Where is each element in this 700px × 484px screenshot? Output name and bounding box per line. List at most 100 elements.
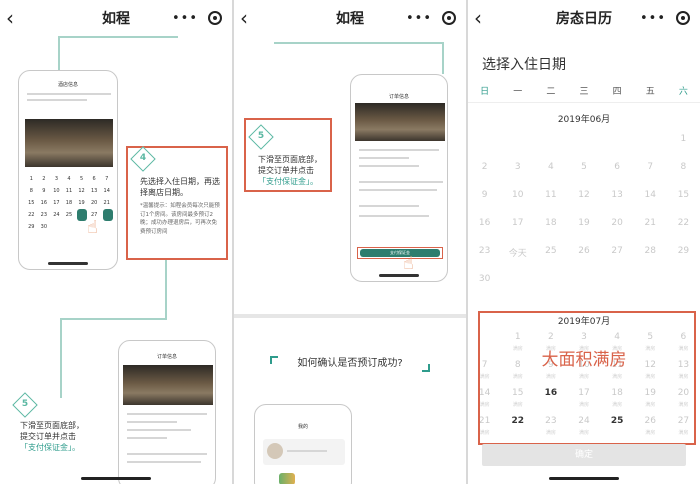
back-chevron-icon[interactable]: ‹ bbox=[6, 6, 26, 30]
mini-text-line bbox=[359, 157, 409, 159]
day-number: 11 bbox=[545, 190, 557, 200]
home-indicator bbox=[81, 477, 151, 480]
day-number: 4 bbox=[547, 162, 554, 172]
more-icon[interactable]: ••• bbox=[172, 11, 198, 26]
calendar-day: 12 bbox=[567, 186, 600, 214]
divider bbox=[468, 102, 700, 103]
mini-text-line bbox=[127, 413, 207, 415]
mini-text-line bbox=[359, 181, 443, 183]
guide-line bbox=[60, 318, 166, 320]
tip-line: 下滑至页面底部， bbox=[258, 155, 322, 164]
selected-checkin-date bbox=[77, 209, 87, 221]
question-text: 如何确认是否预订成功? bbox=[297, 358, 403, 369]
weekday-label: 二 bbox=[546, 87, 556, 97]
home-indicator bbox=[379, 274, 419, 277]
mini-phone-title: 酒店信息 bbox=[57, 82, 78, 88]
mini-text-line bbox=[127, 453, 207, 455]
close-miniprogram-icon[interactable] bbox=[208, 11, 222, 25]
mini-text-line bbox=[359, 149, 439, 151]
back-chevron-icon[interactable]: ‹ bbox=[474, 6, 494, 30]
day-number: 5 bbox=[581, 162, 587, 172]
pay-deposit-button[interactable]: 支付保证金 bbox=[360, 249, 440, 257]
calendar-day: 30 bbox=[468, 270, 501, 298]
calendar-day: 5 bbox=[567, 158, 600, 186]
mini-text-line bbox=[127, 437, 167, 439]
calendar-day: 1 bbox=[667, 130, 700, 158]
mini-phone-order: 订单信息 支付保证金 ☝ bbox=[350, 74, 448, 282]
mini-text-line bbox=[127, 429, 191, 431]
tip-text: 下滑至页面底部， 提交订单并点击 「支付保证金」。 bbox=[20, 420, 84, 453]
navbar: ‹ 如程 ••• bbox=[0, 0, 232, 36]
mini-text-line bbox=[127, 421, 177, 423]
mini-order-title: 订单信息 bbox=[156, 354, 177, 360]
calendar-day: 22 bbox=[667, 214, 700, 242]
calendar-day: 9 bbox=[468, 186, 501, 214]
calendar-day: 17 bbox=[501, 214, 534, 242]
guide-panel-1: ‹ 如程 ••• 酒店信息 1234567 8 9 10 11 12 13 14 15 16 1… bbox=[0, 0, 232, 484]
tip-line: 下滑至页面底部， bbox=[20, 421, 84, 430]
guide-line bbox=[165, 260, 167, 320]
avatar bbox=[267, 443, 283, 459]
calendar-day: 10 bbox=[501, 186, 534, 214]
day-number: 19 bbox=[578, 218, 590, 228]
calendar-day: 20 bbox=[601, 214, 634, 242]
day-number: 3 bbox=[514, 162, 521, 172]
hotel-photo bbox=[25, 119, 113, 167]
calendar-empty-cell bbox=[634, 270, 667, 298]
calendar-day: 14 bbox=[634, 186, 667, 214]
day-number: 16 bbox=[478, 218, 491, 228]
calendar-day: 28 bbox=[634, 242, 667, 270]
mini-text-line bbox=[359, 205, 419, 207]
day-number: 25 bbox=[545, 246, 557, 256]
mini-text-line bbox=[27, 93, 111, 95]
calendar-empty-cell bbox=[534, 130, 567, 158]
calendar-day: 18 bbox=[534, 214, 567, 242]
close-miniprogram-icon[interactable] bbox=[676, 11, 690, 25]
day-number: 29 bbox=[677, 246, 690, 256]
calendar-empty-cell bbox=[534, 270, 567, 298]
more-icon[interactable]: ••• bbox=[640, 11, 666, 26]
day-number: 17 bbox=[511, 218, 524, 228]
navbar: ‹ 房态日历 ••• bbox=[468, 0, 700, 36]
pointer-hand-icon: ☝ bbox=[403, 253, 414, 274]
calendar-day: 4 bbox=[534, 158, 567, 186]
back-chevron-icon[interactable]: ‹ bbox=[240, 6, 260, 30]
guide-line bbox=[58, 36, 60, 70]
calendar-empty-cell bbox=[634, 130, 667, 158]
day-number: 8 bbox=[680, 162, 687, 172]
calendar-day: 27 bbox=[601, 242, 634, 270]
question-heading: 如何确认是否预订成功? bbox=[270, 356, 430, 372]
calendar-empty-cell bbox=[567, 270, 600, 298]
confirm-button[interactable]: 确定 bbox=[482, 444, 686, 466]
guide-line bbox=[60, 318, 62, 398]
day-number: 27 bbox=[611, 246, 623, 256]
mini-text-line bbox=[359, 165, 419, 167]
weekday-label: 三 bbox=[579, 87, 589, 97]
mini-text-line bbox=[359, 215, 429, 217]
day-number: 6 bbox=[614, 162, 620, 172]
calendar-day: 26 bbox=[567, 242, 600, 270]
tip-line: 提交订单并点击 bbox=[258, 166, 314, 175]
weekday-label: 四 bbox=[612, 87, 622, 97]
day-number: 9 bbox=[481, 190, 488, 200]
mini-text-line bbox=[287, 450, 327, 452]
calendar-day: 21 bbox=[634, 214, 667, 242]
highlight-box bbox=[478, 311, 696, 445]
full-booked-label: 大面积满房 bbox=[541, 350, 627, 370]
month-heading: 2019年06月 bbox=[557, 115, 611, 125]
mini-calendar-grid: 1234567 8 9 10 11 12 13 14 15 16 17 18 19 20 21 22 23… bbox=[28, 176, 110, 230]
close-miniprogram-icon[interactable] bbox=[442, 11, 456, 25]
more-icon[interactable]: ••• bbox=[406, 11, 432, 26]
step-number-badge: 5 bbox=[12, 392, 38, 418]
calendar-empty-cell bbox=[601, 270, 634, 298]
mini-profile-title: 我的 bbox=[297, 424, 308, 430]
calendar-day: 16 bbox=[468, 214, 501, 242]
home-indicator bbox=[48, 262, 88, 265]
nav-title: 如程 bbox=[102, 11, 130, 27]
calendar-day: 23 bbox=[468, 242, 501, 270]
day-number: 22 bbox=[677, 218, 690, 228]
room-calendar-panel: ‹ 房态日历 ••• 选择入住日期 日一二三四五六 2019年06月 12345… bbox=[468, 0, 700, 484]
day-number: 13 bbox=[611, 190, 623, 200]
calendar-day: 25 bbox=[534, 242, 567, 270]
day-number: 1 bbox=[680, 134, 687, 144]
